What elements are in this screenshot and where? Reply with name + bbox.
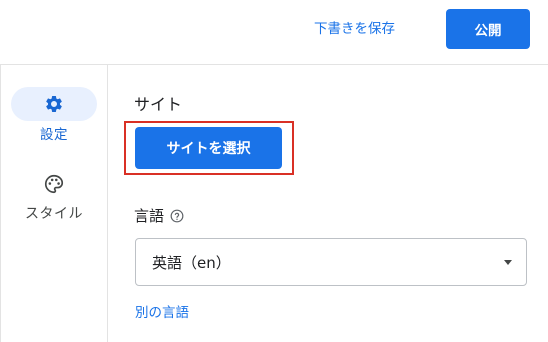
language-label-row: 言語 xyxy=(134,205,184,226)
sidebar-item-style[interactable]: スタイル xyxy=(1,167,107,223)
help-circle-icon[interactable] xyxy=(170,209,184,223)
icon-holder xyxy=(11,167,97,201)
site-section-label: サイト xyxy=(134,95,183,114)
gear-icon xyxy=(46,95,62,112)
palette-icon xyxy=(45,174,64,194)
language-select[interactable]: 英語（en） xyxy=(135,238,527,286)
sidebar-item-label: 設定 xyxy=(40,127,68,143)
save-draft-link[interactable]: 下書きを保存 xyxy=(314,18,395,40)
dropdown-arrow-icon xyxy=(504,260,512,265)
active-indicator xyxy=(11,87,97,121)
language-select-value: 英語（en） xyxy=(152,254,231,272)
language-label: 言語 xyxy=(134,207,165,225)
other-language-link[interactable]: 別の言語 xyxy=(135,301,189,321)
sidebar-item-settings[interactable]: 設定 xyxy=(1,87,107,143)
publish-button[interactable]: 公開 xyxy=(446,9,530,49)
top-bar: 下書きを保存 公開 xyxy=(0,0,548,65)
select-site-button[interactable]: サイトを選択 xyxy=(135,127,282,169)
sidebar-item-label: スタイル xyxy=(25,206,83,222)
sidebar: 設定 スタイル xyxy=(1,65,108,342)
settings-panel: サイト サイトを選択 言語 英語（en） 別の言語 xyxy=(108,65,548,342)
